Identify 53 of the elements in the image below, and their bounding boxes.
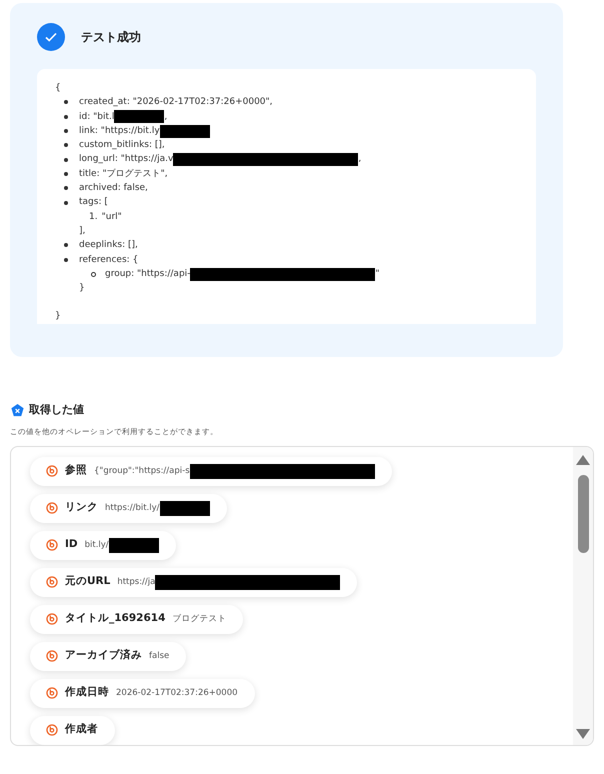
- bullet-icon: [64, 258, 68, 262]
- bitly-logo-icon: [46, 687, 58, 700]
- json-text: ,: [164, 110, 168, 124]
- bitly-logo-icon: [46, 576, 58, 588]
- section-title: 取得した値: [29, 402, 84, 418]
- bitly-logo-icon: [46, 613, 58, 626]
- value-chip[interactable]: タイトル_1692614 ブログテスト: [30, 604, 244, 634]
- bullet-icon: [91, 272, 96, 276]
- value-chip[interactable]: 元のURL https://ja: [30, 568, 358, 597]
- value-chip[interactable]: ID bit.ly/: [30, 530, 176, 560]
- variable-icon: [10, 402, 25, 418]
- json-text: {: [55, 82, 61, 95]
- scroll-down-icon[interactable]: [576, 728, 590, 739]
- value-chip[interactable]: 作成日時 2026-02-17T02:37:26+0000: [30, 678, 255, 708]
- bullet-icon: [64, 243, 68, 248]
- bullet-icon: [64, 200, 68, 205]
- bullet-icon: [64, 114, 68, 119]
- json-text: ],: [79, 224, 86, 238]
- value-chip[interactable]: リンク https://bit.ly/: [30, 494, 227, 523]
- json-text: title: "ブログテスト",: [79, 168, 168, 181]
- json-text: references: {: [79, 254, 138, 267]
- json-text: }: [55, 310, 61, 324]
- value-chip[interactable]: 作成者: [30, 716, 115, 745]
- list-number: 1.: [89, 210, 98, 224]
- json-text: }: [79, 282, 85, 296]
- json-text: archived: false,: [79, 182, 148, 196]
- json-text: "url": [102, 210, 122, 224]
- json-text: custom_bitlinks: [],: [79, 139, 165, 152]
- bitly-logo-icon: [46, 465, 58, 478]
- bullet-icon: [64, 172, 68, 176]
- json-text: ": [375, 268, 380, 281]
- result-title: テスト成功: [81, 29, 141, 46]
- value-chip[interactable]: アーカイブ済み false: [30, 642, 186, 671]
- json-text: tags: [: [79, 196, 108, 210]
- bitly-logo-icon: [46, 502, 58, 514]
- scroll-up-icon[interactable]: [576, 454, 590, 465]
- bullet-icon: [64, 129, 68, 134]
- json-text: long_url: "https://ja.v: [79, 153, 174, 166]
- json-text: group: "https://api-: [105, 268, 190, 281]
- bitly-logo-icon: [46, 724, 58, 736]
- json-text: id: "bit.l: [79, 110, 114, 124]
- bullet-icon: [64, 158, 68, 162]
- json-text: created_at: "2026-02-17T02:37:26+0000",: [79, 96, 273, 110]
- json-text: ,: [358, 153, 362, 166]
- scrollbar-thumb[interactable]: [578, 474, 589, 553]
- json-text: deeplinks: [],: [79, 239, 138, 252]
- bullet-icon: [64, 143, 68, 148]
- bullet-icon: [64, 186, 68, 190]
- bullet-icon: [64, 100, 68, 104]
- bitly-logo-icon: [46, 650, 58, 662]
- value-chip[interactable]: 参照 {"group":"https://api-s: [30, 456, 392, 486]
- bitly-logo-icon: [46, 539, 58, 552]
- json-text: link: "https://bit.ly: [79, 124, 160, 138]
